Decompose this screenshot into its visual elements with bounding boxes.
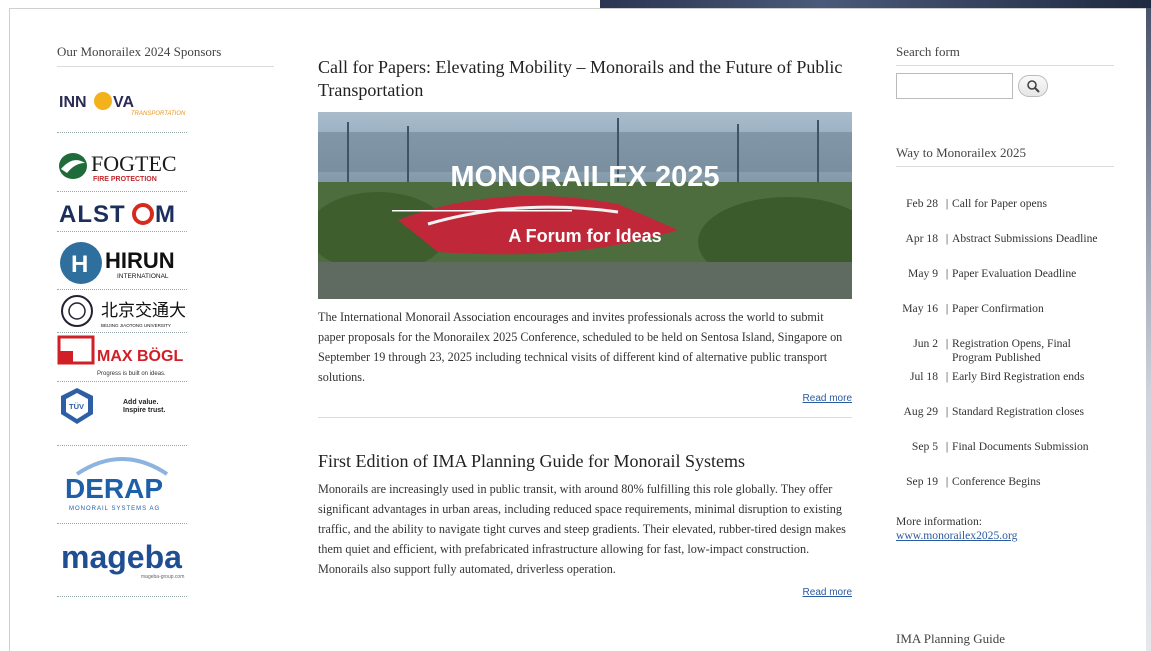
read-more-link[interactable]: Read more	[803, 393, 852, 404]
timeline-item: May 9 | Paper Evaluation Deadline	[908, 267, 1077, 280]
svg-text:DERAP: DERAP	[65, 473, 163, 504]
planning-guide-heading: IMA Planning Guide	[896, 631, 1006, 646]
sponsors-sidebar: Our Monorailex 2024 Sponsors INN VA TRAN…	[57, 44, 274, 597]
svg-text:BEIJING JIAOTONG UNIVERSITY: BEIJING JIAOTONG UNIVERSITY	[101, 323, 171, 328]
timeline-heading: Way to Monorailex 2025	[896, 145, 1114, 167]
timeline-item: Jun 2 | Registration Opens, Final Program …	[913, 337, 1071, 364]
sponsor-logo-mageba[interactable]: mageba mageba-group.com	[57, 524, 187, 597]
sponsor-logo-bjtu[interactable]: 北京交通大學 BEIJING JIAOTONG UNIVERSITY	[57, 290, 187, 333]
svg-text:VA: VA	[113, 94, 134, 111]
svg-text:Inspire trust.: Inspire trust.	[123, 407, 165, 414]
tuv-sud-logo-icon: TÜV Add value. Inspire trust.	[61, 388, 165, 424]
sponsor-logo-max-bogl[interactable]: MAX BÖGL Progress is built on ideas.	[57, 333, 187, 382]
svg-text:INN: INN	[59, 94, 87, 111]
svg-text:MONORAILEX 2025: MONORAILEX 2025	[450, 161, 719, 193]
background-photo-edge	[1146, 8, 1151, 651]
svg-text:MAX BÖGL: MAX BÖGL	[97, 346, 183, 365]
svg-text:A Forum for Ideas: A Forum for Ideas	[508, 226, 661, 246]
sponsor-logo-hirun[interactable]: H HIRUN INTERNATIONAL	[57, 232, 187, 290]
post-excerpt: The International Monorail Association e…	[318, 310, 843, 384]
timeline-item: Sep 5 | Final Documents Submission	[911, 440, 1089, 453]
search-icon	[1027, 80, 1040, 93]
derap-logo-icon: DERAP MONORAIL SYSTEMS AG	[65, 457, 169, 512]
post-title-link[interactable]: Call for Papers: Elevating Mobility – Mo…	[318, 56, 852, 102]
post-title-link[interactable]: First Edition of IMA Planning Guide for …	[318, 450, 852, 473]
search-block: Search form	[896, 44, 1114, 99]
search-button[interactable]	[1018, 75, 1048, 97]
svg-text:mageba-group.com: mageba-group.com	[141, 574, 184, 580]
bjtu-logo-icon: 北京交通大學 BEIJING JIAOTONG UNIVERSITY	[61, 295, 187, 328]
post-call-for-papers: Call for Papers: Elevating Mobility – Mo…	[318, 56, 852, 418]
svg-text:Progress is built on ideas.: Progress is built on ideas.	[97, 371, 166, 377]
alstom-logo-icon: ALST M	[59, 201, 175, 228]
timeline-item: Jul 18 | Early Bird Registration ends	[909, 370, 1085, 383]
max-bogl-logo-icon: MAX BÖGL Progress is built on ideas.	[57, 335, 183, 377]
svg-text:FIRE PROTECTION: FIRE PROTECTION	[93, 176, 157, 183]
sponsor-logo-tuv-sud[interactable]: TÜV Add value. Inspire trust.	[57, 382, 187, 446]
svg-text:FOGTEC: FOGTEC	[91, 151, 177, 176]
search-heading: Search form	[896, 44, 1114, 66]
svg-text:TÜV: TÜV	[69, 402, 84, 411]
post-excerpt: Monorails are increasingly used in publi…	[318, 482, 846, 576]
more-info-block: More information: www.monorailex2025.org	[896, 515, 1114, 543]
svg-text:H: H	[71, 251, 88, 278]
sponsor-logo-derap[interactable]: DERAP MONORAIL SYSTEMS AG	[57, 446, 187, 524]
mageba-logo-icon: mageba mageba-group.com	[61, 539, 184, 580]
svg-text:TRANSPORTATION: TRANSPORTATION	[131, 111, 186, 117]
svg-text:INTERNATIONAL: INTERNATIONAL	[117, 273, 169, 280]
sponsor-logo-innova[interactable]: INN VA TRANSPORTATION	[57, 67, 187, 133]
monorail-photo-icon: MONORAILEX 2025 A Forum for Ideas	[318, 112, 852, 299]
post-planning-guide: First Edition of IMA Planning Guide for …	[318, 450, 852, 601]
timeline-item: Apr 18 | Abstract Submissions Deadline	[905, 232, 1098, 245]
header-photo-strip	[600, 0, 1151, 8]
search-input[interactable]	[896, 73, 1013, 99]
read-more-link[interactable]: Read more	[803, 587, 852, 598]
more-info-label: More information:	[896, 515, 982, 528]
planning-guide-block: IMA Planning Guide	[896, 631, 1114, 651]
timeline-item: Sep 19 | Conference Begins	[906, 475, 1041, 488]
innova-logo-icon: INN VA TRANSPORTATION	[59, 92, 186, 117]
monorailex-link[interactable]: www.monorailex2025.org	[896, 529, 1017, 542]
svg-text:M: M	[155, 201, 175, 228]
main-content: Call for Papers: Elevating Mobility – Mo…	[318, 56, 852, 601]
timeline-item: Feb 28 | Call for Paper opens	[906, 197, 1047, 210]
sponsor-logo-fogtec[interactable]: FOGTEC FIRE PROTECTION	[57, 133, 187, 192]
svg-text:北京交通大學: 北京交通大學	[101, 301, 187, 321]
hirun-logo-icon: H HIRUN INTERNATIONAL	[60, 242, 175, 284]
timeline-item: May 16 | Paper Confirmation	[902, 302, 1044, 315]
svg-text:HIRUN: HIRUN	[105, 248, 175, 273]
svg-text:Add value.: Add value.	[123, 399, 158, 406]
fogtec-logo-icon: FOGTEC FIRE PROTECTION	[59, 151, 177, 183]
svg-text:MONORAIL SYSTEMS AG: MONORAIL SYSTEMS AG	[69, 506, 160, 512]
svg-text:ALST: ALST	[59, 201, 126, 228]
svg-text:mageba: mageba	[61, 539, 182, 575]
timeline-block: Way to Monorailex 2025 Feb 28 | Call for P…	[896, 145, 1114, 488]
timeline-item: Aug 29 | Standard Registration closes	[903, 405, 1085, 418]
hero-image[interactable]: MONORAILEX 2025 A Forum for Ideas	[318, 112, 852, 299]
post-divider	[318, 417, 852, 418]
sponsors-heading: Our Monorailex 2024 Sponsors	[57, 44, 274, 67]
sponsor-logo-alstom[interactable]: ALST M	[57, 192, 187, 232]
